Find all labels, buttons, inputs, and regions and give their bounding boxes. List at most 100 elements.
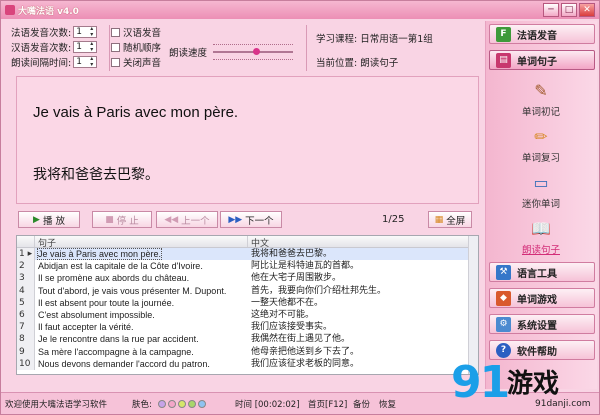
row-sentence: Tout d'abord, je vais vous présenter M. … xyxy=(35,285,248,297)
row-sentence: Je le rencontre dans la rue par accident… xyxy=(35,333,248,345)
french-sentence: Je vais à Paris avec mon père. xyxy=(33,104,239,121)
maximize-button[interactable]: □ xyxy=(561,3,577,17)
french-repeat-label: 法语发音次数: xyxy=(11,28,72,39)
table-row[interactable]: 8 Je le rencontre dans la rue par acciden… xyxy=(17,333,478,346)
word-sentence-button[interactable]: ▤ 单词句子 xyxy=(489,50,595,70)
table-row[interactable]: 3 Il se promène aux abords du château. 他在大… xyxy=(17,272,478,285)
row-index: 10 xyxy=(17,357,35,370)
sentence-text: Il faut accepter la vérité. xyxy=(38,322,134,333)
sidebar-item-mini-words[interactable]: ▭ 迷你单词 xyxy=(486,171,596,211)
table-row[interactable]: 4 Tout d'abord, je vais vous présenter M.… xyxy=(17,284,478,297)
watermark-name: 游戏 xyxy=(507,369,560,399)
chinese-repeat-setting: 汉语发音次数: 1 xyxy=(11,40,98,54)
system-settings-button[interactable]: ⚙ 系统设置 xyxy=(489,314,595,334)
divider xyxy=(109,25,110,71)
skin-color-swatch[interactable] xyxy=(178,399,186,408)
random-order-checkbox[interactable]: 随机顺序 xyxy=(111,40,161,54)
skin-color-swatch[interactable] xyxy=(188,399,196,408)
table-header: 句子 中文 xyxy=(17,236,478,249)
skin-label: 肤色: xyxy=(132,400,152,410)
table-row[interactable]: 6 C'est absolument impossible. 这绝对不可能。 xyxy=(17,308,478,322)
play-button[interactable]: ▶ 播 放 xyxy=(18,211,80,228)
sidebar-item-read-sentences[interactable]: 📖 朗读句子 xyxy=(486,217,596,257)
item-label: 单词初记 xyxy=(521,107,560,118)
fullscreen-button[interactable]: ▦ 全屏 xyxy=(428,211,472,228)
watermark: 91 游戏 91danji.com xyxy=(451,357,600,415)
sentence-text: Abidjan est la capitale de la Côte d'Ivo… xyxy=(38,261,203,272)
table-row[interactable]: 2 Abidjan est la capitale de la Côte d'Iv… xyxy=(17,260,478,273)
french-repeat-spinner[interactable]: 1 xyxy=(73,26,98,38)
prev-button[interactable]: ◀◀ 上一个 xyxy=(156,211,218,228)
table-body: 1 ▸ Je vais à Paris avec mon père. 我将和爸爸去巴… xyxy=(17,248,478,370)
table-scrollbar[interactable] xyxy=(468,236,478,374)
french-repeat-setting: 法语发音次数: 1 xyxy=(11,25,98,39)
stop-button[interactable]: ■ 停 止 xyxy=(92,211,152,228)
header-sentence[interactable]: 句子 xyxy=(35,236,248,249)
next-label: 下一个 xyxy=(245,215,274,227)
checkbox-box[interactable] xyxy=(111,27,120,37)
language-tools-button[interactable]: ⚒ 语言工具 xyxy=(489,262,595,282)
speed-slider[interactable] xyxy=(213,42,294,62)
sentence-table: 句子 中文 1 ▸ Je vais à Paris avec mon père. 我… xyxy=(16,235,479,375)
table-row[interactable]: 10 Nous devons demander l'accord du patro… xyxy=(17,357,478,370)
table-row[interactable]: 9 Sa mère l'accompagne à la campagne. 他母亲把… xyxy=(17,345,478,358)
button-label: 法语发音 xyxy=(517,30,557,42)
table-row[interactable]: 5 Il est absent pour toute la journée. 一整天… xyxy=(17,296,478,309)
sentence-display: Je vais à Paris avec mon père. 我将和爸爸去巴黎。 xyxy=(16,76,479,204)
skin-color-swatch[interactable] xyxy=(168,399,176,408)
row-chinese: 我将和爸爸去巴黎。 xyxy=(248,248,478,261)
play-icon: ▶ xyxy=(33,214,40,225)
chinese-voice-checkbox[interactable]: 汉语发音 xyxy=(111,25,161,39)
interval-label: 朗读间隔时间: xyxy=(11,58,72,69)
play-label: 播 放 xyxy=(42,215,65,227)
button-label: 语言工具 xyxy=(517,268,557,280)
sentence-text: Nous devons demander l'accord du patron. xyxy=(38,358,210,369)
gear-icon: ⚙ xyxy=(496,316,511,332)
title-bar: 大嘴法语 v4.0 ─ □ ✕ xyxy=(1,1,599,19)
interval-spinner[interactable]: 1 xyxy=(73,56,98,68)
row-sentence: Il faut accepter la vérité. xyxy=(35,321,248,333)
table-row[interactable]: 7 Il faut accepter la vérité. 我们应该接受事实。 xyxy=(17,321,478,334)
sentence-text: Sa mère l'accompagne à la campagne. xyxy=(38,346,194,357)
sentence-text: C'est absolument impossible. xyxy=(38,309,155,320)
row-chinese: 我偶然在街上遇见了他。 xyxy=(251,334,351,345)
french-pronunciation-button[interactable]: F 法语发音 xyxy=(489,24,595,44)
checkbox-box[interactable] xyxy=(111,57,120,67)
course-info: 学习课程: 日常用语一第1组 xyxy=(316,34,433,45)
home-link[interactable]: 首页[F12] xyxy=(308,398,347,410)
mute-checkbox[interactable]: 关闭声音 xyxy=(111,55,161,69)
checkbox-box[interactable] xyxy=(111,42,120,52)
row-index: 7 xyxy=(17,321,35,334)
sentence-text: Je le rencontre dans la rue par accident… xyxy=(38,334,199,345)
button-label: 单词游戏 xyxy=(517,294,557,306)
row-chinese: 首先，我要向你们介绍杜邦先生。 xyxy=(251,285,387,296)
sidebar-item-word-review[interactable]: ✏ 单词复习 xyxy=(486,125,596,165)
row-index: 6 xyxy=(17,308,35,322)
fullscreen-icon: ▦ xyxy=(434,214,444,225)
row-sentence: Abidjan est la capitale de la Côte d'Ivo… xyxy=(35,260,248,272)
table-row[interactable]: 1 ▸ Je vais à Paris avec mon père. 我将和爸爸去巴… xyxy=(17,248,478,261)
minimize-button[interactable]: ─ xyxy=(543,3,559,17)
help-icon: ? xyxy=(496,342,511,358)
settings-panel: 法语发音次数: 1 汉语发音次数: 1 朗读间隔时间: 1 汉语发音 随机顺序 … xyxy=(11,23,301,71)
chinese-sentence: 我将和爸爸去巴黎。 xyxy=(33,167,159,183)
interval-setting: 朗读间隔时间: 1 xyxy=(11,55,98,69)
row-sentence: Nous devons demander l'accord du patron. xyxy=(35,358,248,370)
word-games-button[interactable]: ◆ 单词游戏 xyxy=(489,288,595,308)
row-chinese: 他在大宅子周围散步。 xyxy=(251,273,342,284)
backup-link[interactable]: 备份 xyxy=(353,398,370,410)
close-button[interactable]: ✕ xyxy=(579,3,595,17)
sidebar-item-word-learn[interactable]: ✎ 单词初记 xyxy=(486,79,596,119)
next-button[interactable]: ▶▶ 下一个 xyxy=(220,211,282,228)
skin-color-swatch[interactable] xyxy=(198,399,206,408)
header-chinese[interactable]: 中文 xyxy=(248,236,478,249)
skin-color-picker xyxy=(158,399,208,409)
chinese-repeat-spinner[interactable]: 1 xyxy=(73,41,98,53)
playback-controls: ▶ 播 放 ■ 停 止 ◀◀ 上一个 ▶▶ 下一个 1/25 ▦ 全屏 xyxy=(16,208,479,232)
checkbox-label: 关闭声音 xyxy=(123,58,162,69)
row-chinese: 我们应该接受事实。 xyxy=(251,322,333,333)
restore-link[interactable]: 恢复 xyxy=(379,398,396,410)
app-icon xyxy=(5,5,15,15)
window-title: 大嘴法语 v4.0 xyxy=(18,6,79,17)
skin-color-swatch[interactable] xyxy=(158,399,166,408)
